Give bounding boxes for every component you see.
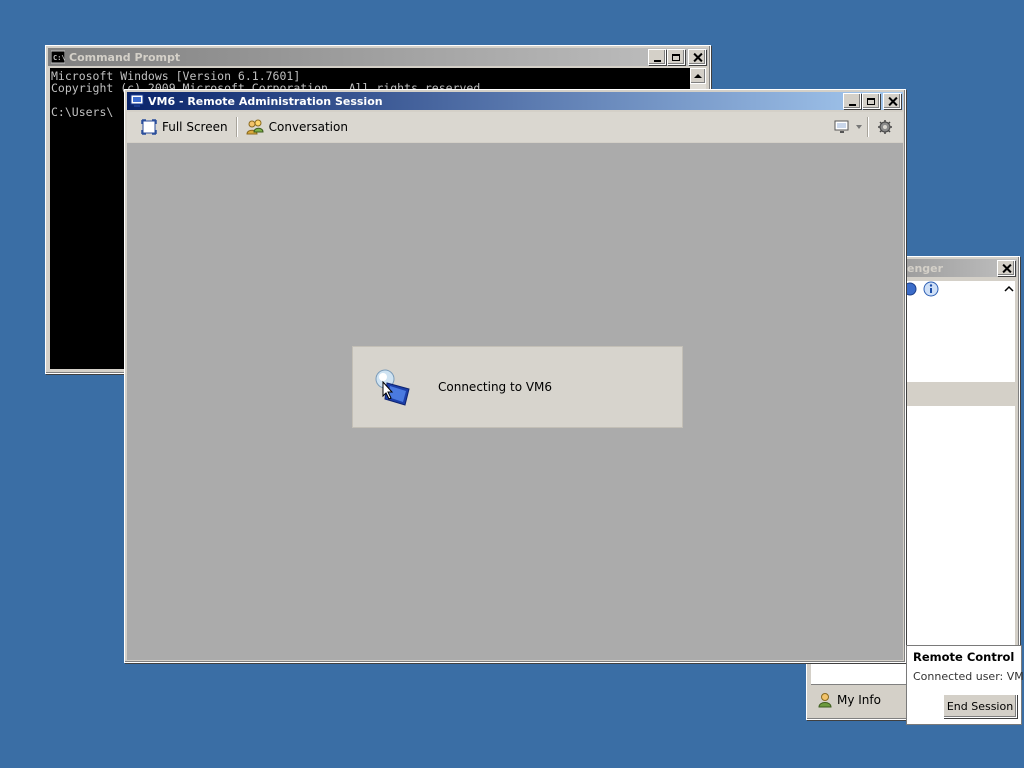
remote-session-title: VM6 - Remote Administration Session (148, 94, 383, 108)
toolbar-separator (235, 117, 238, 137)
close-button[interactable] (883, 93, 901, 109)
remote-session-icon (130, 94, 144, 107)
my-info-label: My Info (837, 693, 881, 707)
maximize-button[interactable] (862, 93, 880, 109)
connected-user-text: Connected user: VM5 (913, 670, 1024, 683)
full-screen-icon (141, 119, 157, 135)
svg-text:C:\: C:\ (53, 54, 65, 62)
my-info-button[interactable]: My Info (817, 692, 881, 708)
user-icon (818, 693, 832, 708)
info-icon[interactable] (923, 281, 939, 297)
scroll-up-icon (694, 74, 702, 78)
minimize-button[interactable] (843, 93, 861, 109)
close-icon (888, 97, 897, 106)
maximize-icon (867, 97, 875, 105)
remote-desktop-viewport[interactable]: Connecting to VM6 (127, 143, 903, 660)
remote-session-titlebar[interactable]: VM6 - Remote Administration Session (127, 92, 903, 110)
end-session-button[interactable]: End Session (943, 694, 1017, 718)
minimize-icon (848, 103, 856, 106)
messenger-title: enger (907, 261, 944, 275)
console-icon: C:\ (51, 50, 65, 64)
conversation-label: Conversation (268, 120, 348, 134)
display-options-button[interactable] (828, 116, 865, 138)
settings-button[interactable] (871, 116, 899, 138)
session-toolbar: Full Screen Conversation (127, 112, 903, 142)
close-icon (1002, 264, 1011, 273)
messenger-close-button[interactable] (997, 260, 1015, 276)
full-screen-button[interactable]: Full Screen (135, 116, 234, 138)
toolbar-separator (867, 117, 869, 137)
monitor-icon (834, 120, 849, 133)
remote-session-window[interactable]: VM6 - Remote Administration Session Full… (124, 89, 906, 663)
maximize-icon (672, 53, 680, 61)
command-prompt-title: Command Prompt (69, 50, 181, 64)
command-prompt-titlebar[interactable]: C:\ Command Prompt (48, 48, 708, 66)
connecting-status-text: Connecting to VM6 (438, 380, 553, 394)
gear-icon (878, 120, 892, 134)
minimize-icon (653, 59, 661, 62)
chevron-up-icon[interactable] (1003, 283, 1015, 295)
connecting-status-panel: Connecting to VM6 (352, 346, 683, 428)
close-icon (693, 53, 702, 62)
full-screen-label: Full Screen (162, 120, 228, 134)
conversation-icon (246, 119, 264, 135)
minimize-button[interactable] (648, 49, 666, 65)
remote-control-popup: Remote Control Connected user: VM5 End S… (906, 645, 1024, 725)
chevron-down-icon (856, 125, 862, 129)
close-button[interactable] (688, 49, 706, 65)
connecting-computer-icon (375, 369, 410, 406)
maximize-button[interactable] (667, 49, 685, 65)
scroll-up-button[interactable] (690, 68, 706, 84)
remote-control-heading: Remote Control (913, 650, 1015, 664)
conversation-button[interactable]: Conversation (240, 116, 354, 138)
